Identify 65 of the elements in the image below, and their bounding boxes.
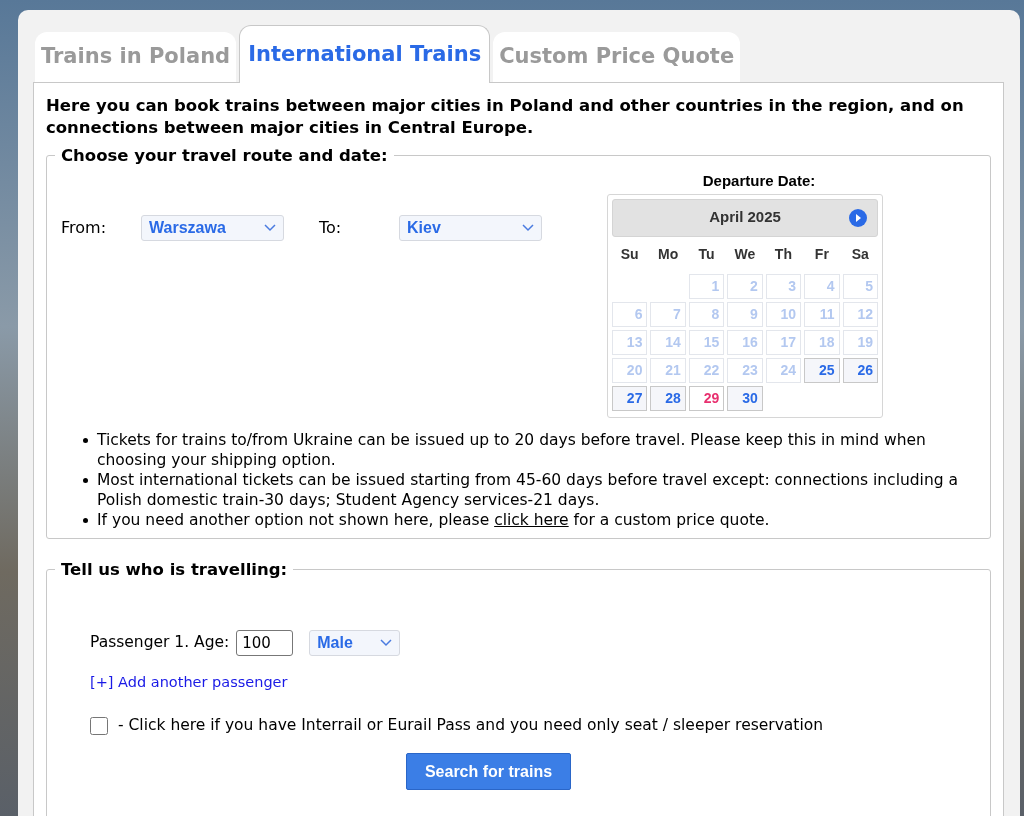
chevron-down-icon (264, 224, 276, 232)
calendar-day: 13 (612, 329, 648, 355)
age-field[interactable]: 100 (236, 630, 294, 656)
custom-quote-link[interactable]: click here (494, 510, 569, 529)
calendar-day: 22 (688, 357, 725, 383)
calendar-day: 12 (842, 301, 878, 327)
calendar-heading: Departure Date: (702, 171, 816, 191)
bullet-icon (83, 517, 88, 523)
calendar-day[interactable]: 27 (612, 385, 648, 411)
age-label: Passenger 1. Age: (90, 632, 230, 654)
weekday-label: Su (619, 245, 640, 264)
pass-checkbox[interactable] (90, 716, 108, 735)
weekday-label: Sa (850, 245, 870, 264)
from-label: From: (61, 217, 108, 239)
weekday-label: Mo (657, 245, 680, 264)
gender-select[interactable]: Male (309, 630, 401, 656)
calendar-day: 14 (650, 329, 686, 355)
search-button[interactable]: Search for trains (405, 753, 572, 791)
calendar-day: 4 (804, 273, 840, 299)
calendar-day[interactable]: 30 (727, 385, 763, 411)
calendar-day: 23 (727, 357, 763, 383)
calendar-day: 15 (688, 329, 725, 355)
note-text: Tickets for trains to/from Ukraine can be issued up to 20 days before travel. Please keep this in mind when choosing your shipping option. (97, 429, 927, 470)
calendar-day: 9 (727, 301, 763, 327)
calendar-day: 20 (612, 357, 648, 383)
weekday-label: Tu (697, 245, 716, 264)
calendar-day[interactable]: 28 (650, 385, 686, 411)
bullet-icon (83, 437, 88, 443)
to-select[interactable]: Kiev (399, 215, 542, 241)
calendar-day: 10 (765, 301, 802, 327)
add-passenger-link[interactable]: [+] Add another passenger (90, 672, 288, 694)
tab[interactable]: International Trains (239, 25, 491, 83)
chevron-down-icon (380, 639, 393, 647)
calendar-day: 17 (765, 329, 802, 355)
calendar-day: 18 (804, 329, 840, 355)
calendar-day[interactable]: 25 (804, 357, 840, 383)
weekday-label: We (733, 245, 757, 264)
pass-label: - Click here if you have Interrail or Eurail Pass and you need only seat / sleeper reservation (118, 715, 824, 736)
tab[interactable]: Custom Price Quote (493, 32, 741, 82)
intro-text: Here you can book trains between major cities in Poland and other countries in the region, and on connections between major cities in Central Europe. (46, 95, 965, 139)
calendar-day: 24 (765, 357, 802, 383)
next-month-icon[interactable] (849, 208, 867, 227)
calendar-day: 16 (727, 329, 763, 355)
calendar-day: 1 (688, 273, 725, 299)
weekday-label: Fr (813, 245, 830, 264)
from-select[interactable]: Warszawa (141, 215, 284, 241)
calendar-day: 21 (650, 357, 686, 383)
bullet-icon (83, 477, 88, 483)
calendar-day[interactable]: 29 (688, 385, 725, 411)
weekday-label: Th (773, 245, 793, 264)
calendar-day: 3 (765, 273, 802, 299)
calendar-day: 7 (650, 301, 686, 327)
calendar-day: 19 (842, 329, 878, 355)
month-title: April 2025 (709, 207, 781, 228)
tab[interactable]: Trains in Poland (35, 32, 237, 82)
calendar-day: 6 (612, 301, 648, 327)
to-label: To: (319, 217, 343, 239)
calendar-day: 11 (804, 301, 840, 327)
note-text: Most international tickets can be issued starting from 45-60 days before travel except: connections including a Polish domestic train-30 days; Student Agency services-21 days. (97, 469, 959, 510)
calendar-day[interactable]: 26 (842, 357, 878, 383)
chevron-down-icon (522, 224, 534, 232)
calendar-day: 5 (842, 273, 878, 299)
calendar-day: 2 (727, 273, 763, 299)
note-text: If you need another option not shown here, please click here for a custom price quote. (97, 509, 770, 530)
calendar-day: 8 (688, 301, 725, 327)
